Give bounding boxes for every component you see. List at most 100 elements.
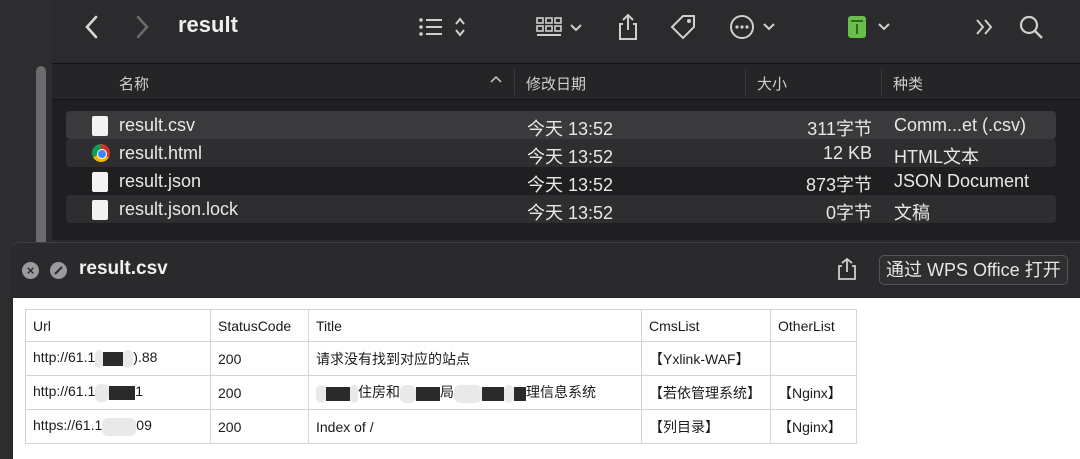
finder-window: result 名称 修改日期 大小 种类 result.csv 今天 13:52… [52,0,1080,240]
redaction [103,351,124,366]
app-icon[interactable] [844,10,898,44]
file-kind: JSON Document [894,171,1030,191]
quicklook-window: × result.csv 通过 WPS Office 打开 Url Status… [10,242,1080,459]
header-cms: CmsList [641,309,771,342]
file-name: result.csv [119,115,196,135]
redaction [416,386,440,401]
column-size[interactable]: 大小 [757,73,787,94]
back-chevron-icon[interactable] [78,10,106,44]
file-kind: Comm...et (.csv) [894,115,1027,135]
title-text: 理信息系统 [526,384,596,401]
title-text: Index of / [316,418,374,435]
cell-status: 200 [210,375,309,410]
cell-cms: 【列目录】 [641,409,771,444]
window-title: result [178,12,238,37]
cell-url: http://61.1).88 [25,341,211,376]
cell-other: 【Nginx】 [770,375,857,410]
cell-url: http://61.1 1 [25,375,211,410]
column-divider[interactable] [881,69,882,95]
cell-status: 200 [210,409,309,444]
quicklook-content: Url StatusCode Title CmsList OtherList h… [13,298,1080,459]
column-date[interactable]: 修改日期 [526,73,586,94]
redaction [109,385,136,400]
forward-chevron-icon[interactable] [128,10,156,44]
table-row: https://61.1 09 200 Index of / 【列目录】 【Ngi… [25,409,857,444]
file-size: 12 KB [822,143,872,163]
close-icon[interactable]: × [22,262,39,279]
file-kind: HTML文本 [894,147,979,167]
redaction [326,386,350,401]
cell-url: https://61.1 09 [25,409,211,444]
redaction [95,383,110,402]
table-row: http://61.1).88 200 请求没有找到对应的站点 【Yxlink-… [25,341,857,376]
url-text: http://61.1 [33,383,96,400]
cell-cms: 【Yxlink-WAF】 [641,341,771,376]
title-text: 局 [440,384,454,401]
tag-icon[interactable] [668,10,698,44]
cell-other: 【Nginx】 [770,409,857,444]
column-divider[interactable] [514,69,515,95]
file-date: 今天 13:52 [527,203,614,223]
file-row[interactable]: result.csv 今天 13:52 311字节 Comm...et (.cs… [66,111,1056,139]
open-with-button[interactable]: 通过 WPS Office 打开 [879,255,1068,285]
redaction [316,384,326,403]
file-date: 今天 13:52 [527,147,614,167]
column-name[interactable]: 名称 [119,73,149,94]
chrome-icon [92,144,110,162]
title-text: 住房和 [358,384,400,401]
file-kind: 文稿 [894,203,930,223]
file-size: 0字节 [825,203,872,223]
url-text: https://61.1 [33,417,103,434]
fullscreen-icon[interactable] [50,262,67,279]
document-icon [92,116,108,136]
share-icon[interactable] [836,257,858,281]
sort-chevron-icon[interactable] [489,72,503,89]
url-text: ).88 [133,349,158,366]
file-name: result.json.lock [119,199,239,219]
header-other: OtherList [770,309,857,342]
redaction [514,386,526,401]
file-date: 今天 13:52 [527,119,614,139]
quicklook-titlebar: × result.csv 通过 WPS Office 打开 [10,243,1080,297]
url-text: 09 [136,417,152,434]
redaction [95,349,104,368]
redaction [400,384,416,403]
header-title: Title [308,309,642,342]
redaction [454,384,482,403]
cell-status: 200 [210,341,309,376]
redaction [123,349,134,368]
share-icon[interactable] [614,10,642,44]
document-icon [92,172,108,192]
search-icon[interactable] [1016,10,1046,44]
file-name: result.html [119,143,203,163]
overflow-icon[interactable] [970,10,1000,44]
file-row[interactable]: result.json 今天 13:52 873字节 JSON Document [66,167,1056,195]
cell-cms: 【若依管理系统】 [641,375,771,410]
cell-title: 住房和 局 理信息系统 [308,375,642,410]
file-date: 今天 13:52 [527,175,614,195]
redaction [102,417,137,436]
redaction [350,384,358,403]
header-url: Url [25,309,211,342]
toolbar: result [52,0,1080,64]
file-row[interactable]: result.json.lock 今天 13:52 0字节 文稿 [66,195,1056,223]
grid-view-icon[interactable] [534,10,590,44]
column-header: 名称 修改日期 大小 种类 [52,64,1080,100]
table-row: http://61.1 1 200 住房和 局 理信息系统 【若依管理系统】 【Ngi… [25,375,857,410]
redaction [504,384,514,403]
column-kind[interactable]: 种类 [893,73,923,94]
file-row[interactable]: result.html 今天 13:52 12 KB HTML文本 [66,139,1056,167]
header-status: StatusCode [210,309,309,342]
table-header-row: Url StatusCode Title CmsList OtherList [25,309,857,342]
column-divider[interactable] [745,69,746,95]
file-size: 311字节 [807,119,872,139]
csv-table: Url StatusCode Title CmsList OtherList h… [25,309,857,444]
more-icon[interactable] [728,10,782,44]
list-view-icon[interactable] [416,10,472,44]
redaction [482,386,504,401]
document-icon [92,200,108,220]
url-text: 1 [135,383,144,400]
scrollbar[interactable] [36,66,46,256]
file-name: result.json [119,171,202,191]
quicklook-title: result.csv [79,258,168,279]
